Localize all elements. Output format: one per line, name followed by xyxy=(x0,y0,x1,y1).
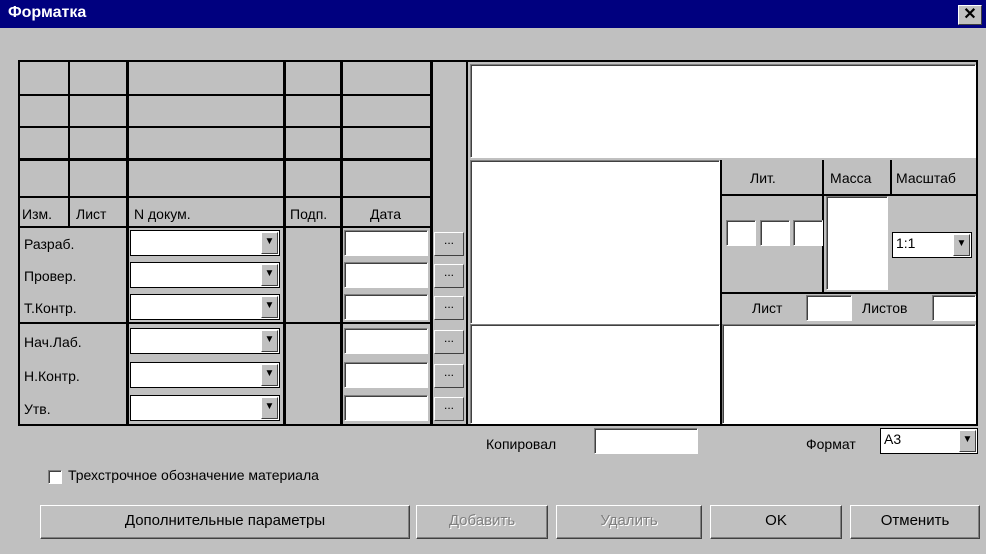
col-ndoc-label: N докум. xyxy=(134,206,191,222)
name-combo-prover[interactable]: ▼ xyxy=(130,262,280,288)
designation-textarea[interactable] xyxy=(470,64,976,158)
chevron-down-icon[interactable]: ▼ xyxy=(261,232,278,254)
date-input-prover[interactable] xyxy=(344,262,428,288)
grid-line xyxy=(340,62,343,424)
grid-line xyxy=(20,126,432,128)
organization-textarea[interactable] xyxy=(722,324,976,424)
date-picker-button-nkontr[interactable]: ... xyxy=(434,364,464,388)
copied-label: Копировал xyxy=(486,436,557,452)
format-label: Формат xyxy=(806,436,856,452)
name-combo-tkontr[interactable]: ▼ xyxy=(130,294,280,320)
copied-input[interactable] xyxy=(594,428,698,454)
col-podp-label: Подп. xyxy=(290,206,328,222)
window-title: Форматка xyxy=(8,4,87,21)
title-bar xyxy=(0,0,986,28)
scale-combo[interactable]: 1:1 ▼ xyxy=(892,232,972,258)
chevron-down-icon[interactable]: ▼ xyxy=(261,296,278,318)
material-checkbox-label[interactable]: Трехстрочное обозначение материала xyxy=(68,467,319,483)
grid-line xyxy=(68,62,70,226)
date-picker-button-nachlab[interactable]: ... xyxy=(434,330,464,354)
grid-line xyxy=(20,158,432,161)
mass-input[interactable] xyxy=(826,196,888,290)
cancel-button[interactable]: Отменить xyxy=(850,505,980,539)
sheet-input[interactable] xyxy=(806,295,852,321)
format-value: А3 xyxy=(884,431,902,447)
grid-line xyxy=(20,322,432,324)
date-picker-button-tkontr[interactable]: ... xyxy=(434,296,464,320)
material-checkbox[interactable] xyxy=(48,470,62,484)
lit-input-1[interactable] xyxy=(726,220,756,246)
ok-button[interactable]: OK xyxy=(710,505,842,539)
sheets-label: Листов xyxy=(862,300,908,316)
row-label-tkontr: Т.Контр. xyxy=(24,300,77,316)
lit-label: Лит. xyxy=(750,170,776,186)
more-parameters-button[interactable]: Дополнительные параметры xyxy=(40,505,410,539)
add-button[interactable]: Добавить xyxy=(416,505,548,539)
format-combo[interactable]: А3 ▼ xyxy=(880,428,978,454)
delete-button[interactable]: Удалить xyxy=(556,505,702,539)
date-input-tkontr[interactable] xyxy=(344,294,428,320)
material-textarea[interactable] xyxy=(470,324,720,424)
chevron-down-icon[interactable]: ▼ xyxy=(953,234,970,256)
row-label-nkontr: Н.Контр. xyxy=(24,368,80,384)
grid-line xyxy=(20,226,432,228)
row-label-nachlab: Нач.Лаб. xyxy=(24,334,82,350)
lit-input-3[interactable] xyxy=(793,220,823,246)
name-combo-nkontr[interactable]: ▼ xyxy=(130,362,280,388)
row-label-razrab: Разраб. xyxy=(24,236,75,252)
date-picker-button-utv[interactable]: ... xyxy=(434,397,464,421)
chevron-down-icon[interactable]: ▼ xyxy=(261,397,278,419)
grid-line xyxy=(20,94,432,96)
scale-value: 1:1 xyxy=(896,235,916,251)
date-input-utv[interactable] xyxy=(344,395,428,421)
col-list-label: Лист xyxy=(76,206,107,222)
close-button[interactable]: ✕ xyxy=(958,5,982,25)
name-combo-utv[interactable]: ▼ xyxy=(130,395,280,421)
close-icon: ✕ xyxy=(963,6,977,23)
scale-label: Масштаб xyxy=(896,170,956,186)
chevron-down-icon[interactable]: ▼ xyxy=(261,364,278,386)
date-input-nkontr[interactable] xyxy=(344,362,428,388)
mass-label: Масса xyxy=(830,170,872,186)
name-combo-razrab[interactable]: ▼ xyxy=(130,230,280,256)
chevron-down-icon[interactable]: ▼ xyxy=(959,430,976,452)
date-picker-button-razrab[interactable]: ... xyxy=(434,232,464,256)
chevron-down-icon[interactable]: ▼ xyxy=(261,264,278,286)
row-label-prover: Провер. xyxy=(24,268,77,284)
chevron-down-icon[interactable]: ▼ xyxy=(261,330,278,352)
grid-line xyxy=(283,62,286,424)
grid-line xyxy=(126,62,129,424)
col-date-label: Дата xyxy=(370,206,402,222)
name-textarea[interactable] xyxy=(470,160,720,324)
col-izm-label: Изм. xyxy=(22,206,52,222)
name-combo-nachlab[interactable]: ▼ xyxy=(130,328,280,354)
row-label-utv: Утв. xyxy=(24,401,51,417)
sheets-input[interactable] xyxy=(932,295,976,321)
grid-line xyxy=(20,196,432,198)
date-input-razrab[interactable] xyxy=(344,230,428,256)
grid-line xyxy=(722,292,976,294)
grid-line xyxy=(430,62,433,424)
lit-input-2[interactable] xyxy=(760,220,790,246)
date-picker-button-prover[interactable]: ... xyxy=(434,264,464,288)
sheet-label: Лист xyxy=(752,300,783,316)
date-input-nachlab[interactable] xyxy=(344,328,428,354)
grid-line xyxy=(890,160,892,196)
grid-line xyxy=(466,62,468,424)
